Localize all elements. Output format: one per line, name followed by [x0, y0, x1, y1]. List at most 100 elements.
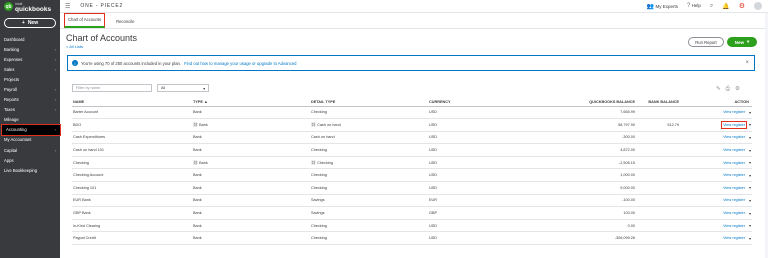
sidebar-item-live-bookkeeping[interactable]: Live Bookkeeping — [0, 165, 60, 175]
chevron-down-icon[interactable]: ▾ — [749, 135, 751, 140]
sidebar-item-expenses[interactable]: Expenses › — [0, 54, 60, 64]
cell-action: View register ▾ — [682, 118, 752, 132]
cell-action: View register ▾ — [682, 143, 752, 157]
sidebar: qb intuit quickbooks + New Dashboard Bankin… — [0, 0, 61, 258]
chevron-down-icon[interactable]: ▾ — [749, 211, 751, 216]
cell-type: ⛓Bank — [192, 118, 310, 132]
chevron-down-icon[interactable]: ▾ — [749, 236, 751, 241]
sidebar-item-taxes[interactable]: Taxes › — [0, 105, 60, 115]
edit-icon[interactable]: ✎ — [716, 86, 721, 93]
sidebar-item-dashboard[interactable]: Dashboard — [0, 34, 60, 44]
company-name: ONE - PIECE2 — [80, 3, 124, 9]
cell-bank — [638, 219, 682, 233]
new-account-button[interactable]: New ▾ — [727, 37, 757, 47]
sidebar-item-accounting[interactable]: Accounting › — [1, 123, 61, 136]
cell-type: Bank — [192, 194, 310, 208]
header-currency[interactable]: CURRENCY — [428, 98, 528, 107]
cell-currency: USD — [428, 143, 528, 157]
sidebar-item-capital[interactable]: Capital › — [0, 145, 60, 155]
cell-currency: EUR — [428, 194, 528, 208]
view-register-link[interactable]: View register — [722, 197, 746, 203]
avatar[interactable] — [754, 2, 762, 10]
view-register-link[interactable]: View register — [722, 210, 746, 216]
view-register-link[interactable]: View register — [722, 223, 746, 229]
cell-type: Bank — [192, 206, 310, 220]
header-bank-balance[interactable]: BANK BALANCE — [638, 98, 682, 107]
cell-name: Barter Account — [72, 106, 192, 120]
chevron-down-icon[interactable]: ▾ — [749, 185, 751, 190]
chevron-down-icon[interactable]: ▾ — [749, 160, 751, 165]
view-register-link[interactable]: View register — [722, 172, 746, 178]
cell-detail: Checking — [310, 106, 428, 120]
cell-type: Bank — [192, 143, 310, 157]
cell-name: Cash Expenditures — [72, 131, 192, 145]
view-register-link[interactable]: View register — [722, 147, 746, 153]
view-register-link[interactable]: View register — [722, 235, 746, 241]
chevron-down-icon[interactable]: ▾ — [749, 148, 751, 153]
header-detail-type[interactable]: DETAIL TYPE — [310, 98, 428, 107]
cell-currency: USD — [428, 231, 528, 246]
table-row: EUR Bank Bank Savings EUR -100.00 View regist… — [72, 194, 752, 208]
cell-qb: -100.00 — [528, 194, 638, 208]
my-experts-button[interactable]: 👥 My Experts — [647, 3, 678, 10]
new-button[interactable]: + New — [4, 18, 56, 28]
cell-qb: 0.00 — [528, 219, 638, 233]
sidebar-item-mileage[interactable]: Mileage — [0, 115, 60, 125]
chevron-down-icon[interactable]: ▾ — [749, 223, 751, 228]
view-register-link[interactable]: View register — [722, 109, 746, 115]
settings-icon[interactable]: ⚙ — [735, 86, 740, 93]
run-report-button[interactable]: Run Report — [688, 37, 724, 47]
notifications-icon[interactable]: 🔔 — [722, 3, 729, 10]
help-icon: ? — [686, 3, 691, 9]
quickbooks-label: quickbooks — [15, 5, 52, 13]
sidebar-item-apps[interactable]: Apps — [0, 155, 60, 165]
sidebar-item-projects[interactable]: Projects — [0, 74, 60, 84]
quickbooks-logo[interactable]: qb intuit quickbooks — [0, 0, 60, 13]
chevron-down-icon[interactable]: ▾ — [749, 198, 751, 203]
header-name[interactable]: NAME — [72, 98, 192, 107]
chevron-down-icon[interactable]: ▾ — [749, 173, 751, 178]
view-register-link[interactable]: View register — [722, 160, 746, 166]
all-lists-link[interactable]: < All Lists — [66, 44, 137, 49]
alert-text: You're using 70 of 250 accounts included… — [81, 60, 182, 66]
type-filter-select[interactable]: All ▾ — [157, 84, 209, 92]
plus-icon: + — [21, 20, 25, 26]
upgrade-link[interactable]: Find out how to manage your usage or upg… — [184, 61, 296, 66]
header-type[interactable]: TYPE ▲ — [192, 98, 310, 107]
print-icon[interactable]: ⎙ — [726, 86, 730, 93]
chevron-right-icon: › — [54, 56, 56, 62]
help-button[interactable]: ? Help — [687, 3, 701, 9]
bank-feed-icon: ⛓ — [193, 122, 199, 128]
tab-reconcile[interactable]: Reconcile — [113, 16, 137, 28]
gear-icon[interactable]: ⚙ — [739, 2, 745, 10]
cell-bank — [638, 131, 682, 145]
view-register-link[interactable]: View register — [722, 134, 746, 140]
cell-qb: -2,506.15 — [528, 156, 638, 170]
sidebar-item-sales[interactable]: Sales › — [0, 64, 60, 74]
cell-name: Paypal Credit — [72, 231, 192, 246]
tab-chart-of-accounts[interactable]: Chart of Accounts — [64, 13, 106, 28]
sidebar-item-label: Sales — [4, 66, 15, 72]
cell-qb: 100.00 — [528, 206, 638, 220]
cell-name: GBP Bank — [72, 206, 192, 220]
cell-name: Cash on hand 101 — [72, 143, 192, 157]
hamburger-icon[interactable]: ☰ — [65, 3, 70, 10]
sidebar-item-banking[interactable]: Banking › — [0, 44, 60, 54]
cell-type: Bank — [192, 168, 310, 183]
sidebar-item-payroll[interactable]: Payroll › — [0, 84, 60, 94]
cell-qb: 9,000.00 — [528, 181, 638, 195]
bank-feed-icon: ⛓ — [311, 122, 317, 128]
chevron-down-icon[interactable]: ▾ — [749, 122, 751, 127]
chevron-down-icon[interactable]: ▾ — [749, 110, 751, 115]
cell-type: Bank — [192, 106, 310, 120]
header-quickbooks-balance[interactable]: QUICKBOOKS BALANCE — [528, 98, 638, 107]
view-register-link[interactable]: View register — [722, 185, 746, 191]
sidebar-item-my-accountant[interactable]: My Accountant — [0, 135, 60, 145]
view-register-link[interactable]: View register — [721, 120, 747, 129]
filter-by-name-input[interactable]: Filter by name — [72, 84, 152, 92]
search-icon[interactable]: ⌕ — [710, 3, 713, 10]
sidebar-item-reports[interactable]: Reports › — [0, 95, 60, 105]
cell-detail: Checking — [310, 168, 428, 183]
close-icon[interactable]: × — [745, 60, 749, 66]
cell-bank — [638, 194, 682, 208]
